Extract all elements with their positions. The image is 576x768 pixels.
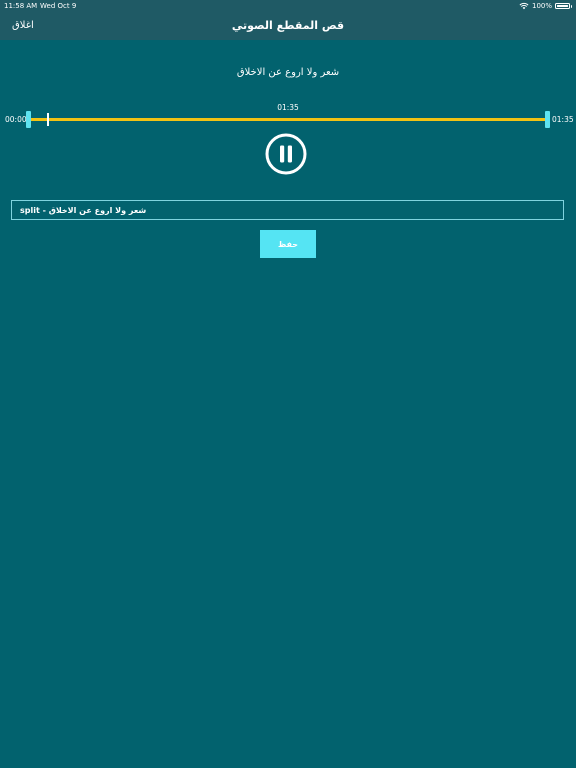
trim-end-handle[interactable] [545,111,550,128]
file-name-input[interactable] [11,200,564,220]
status-indicators: 100% [519,0,572,12]
pause-circle-icon [265,133,307,175]
page-title: قص المقطع الصوتي [231,19,345,32]
wifi-icon [519,2,529,10]
track-name: شعر ولا اروع عن الاخلاق [236,67,340,78]
status-date: Wed Oct 9 [40,2,77,10]
start-time-label: 00:00 [5,115,27,124]
trim-track[interactable] [29,118,547,121]
navigation-bar: اغلاق قص المقطع الصوتي [0,12,576,40]
save-button[interactable]: حفظ [260,230,316,258]
status-bar: 11:58 AM Wed Oct 9 100% [0,0,576,12]
status-time: 11:58 AM [4,2,38,10]
selection-duration: 01:35 [277,103,299,112]
battery-icon [555,3,572,9]
pause-button[interactable] [265,133,307,175]
end-time-label: 01:35 [552,115,574,124]
battery-percent: 100% [531,2,552,10]
trim-start-handle[interactable] [26,111,31,128]
playhead[interactable] [47,113,49,126]
